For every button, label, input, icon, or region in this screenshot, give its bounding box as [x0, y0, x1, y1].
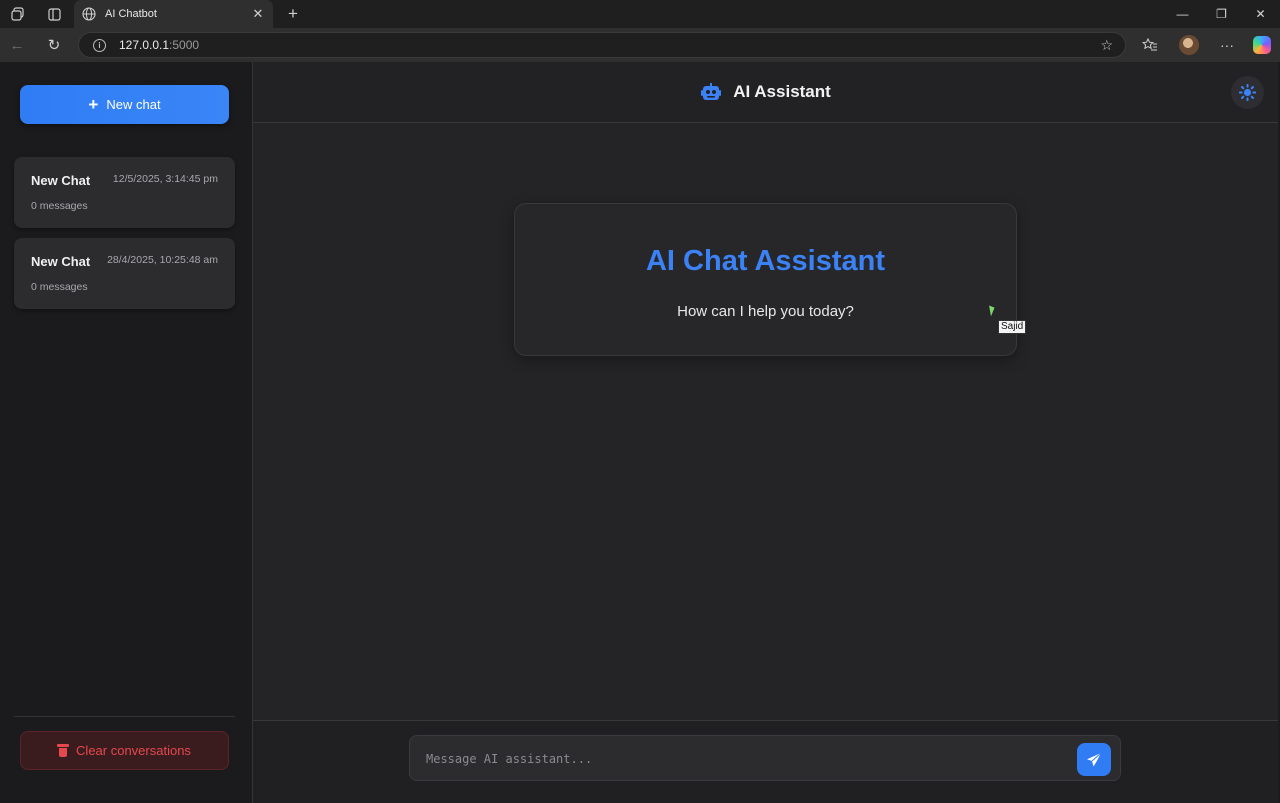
- browser-tab-bar: AI Chatbot ✕ + — ❐ ✕: [0, 0, 1280, 28]
- tab-title: AI Chatbot: [105, 8, 157, 20]
- welcome-title: AI Chat Assistant: [645, 245, 886, 277]
- favorite-star-icon[interactable]: ☆: [1100, 37, 1113, 54]
- page-title: AI Assistant: [733, 82, 831, 101]
- composer-area: [253, 720, 1278, 803]
- theme-toggle-button[interactable]: [1231, 76, 1264, 109]
- minimize-icon[interactable]: —: [1163, 0, 1202, 28]
- workspaces-icon[interactable]: [0, 0, 36, 28]
- address-bar[interactable]: i 127.0.0.1:5000 ☆: [78, 32, 1126, 58]
- restore-icon[interactable]: ❐: [1202, 0, 1241, 28]
- copilot-icon[interactable]: [1250, 33, 1274, 57]
- conversation-date: 12/5/2025, 3:14:45 pm: [112, 173, 218, 185]
- conversation-item[interactable]: New Chat 28/4/2025, 10:25:48 am 0 messag…: [14, 238, 235, 309]
- tab-actions-icon[interactable]: [36, 0, 72, 28]
- conversation-title: New Chat: [31, 173, 91, 188]
- chat-header: AI Assistant: [253, 62, 1278, 123]
- window-controls: — ❐ ✕: [1163, 0, 1280, 28]
- message-input[interactable]: [426, 749, 1066, 769]
- conversation-item[interactable]: New Chat 12/5/2025, 3:14:45 pm 0 message…: [14, 157, 235, 228]
- sidebar-divider: [14, 716, 235, 717]
- globe-icon: [82, 7, 96, 21]
- robot-icon: [701, 83, 722, 100]
- url-port: :5000: [169, 38, 200, 52]
- close-window-icon[interactable]: ✕: [1241, 0, 1280, 28]
- welcome-subtitle: How can I help you today?: [677, 303, 854, 320]
- new-tab-button[interactable]: +: [283, 4, 303, 24]
- conversation-date: 28/4/2025, 10:25:48 am: [107, 254, 218, 266]
- new-chat-button[interactable]: + New chat: [20, 85, 229, 124]
- plus-icon: +: [88, 95, 99, 114]
- reload-icon[interactable]: ↻: [42, 33, 66, 57]
- back-icon[interactable]: ←: [5, 33, 29, 57]
- sun-icon: [1239, 84, 1256, 101]
- new-chat-label: New chat: [106, 97, 161, 112]
- app-root: + New chat New Chat 12/5/2025, 3:14:45 p…: [0, 62, 1280, 803]
- sidebar: + New chat New Chat 12/5/2025, 3:14:45 p…: [0, 62, 253, 803]
- favorites-icon[interactable]: [1138, 33, 1162, 57]
- trash-icon: [57, 744, 70, 757]
- chat-main: AI Assistant AI Chat Assistant How can I…: [253, 62, 1278, 803]
- conversation-title: New Chat: [31, 254, 91, 269]
- clear-conversations-button[interactable]: Clear conversations: [20, 731, 229, 770]
- site-info-icon[interactable]: i: [93, 38, 106, 52]
- url-host: 127.0.0.1: [119, 38, 170, 52]
- browser-tab[interactable]: AI Chatbot ✕: [74, 0, 273, 28]
- browser-toolbar: ← ↻ i 127.0.0.1:5000 ☆ ···: [0, 28, 1280, 62]
- close-tab-icon[interactable]: ✕: [251, 6, 265, 22]
- conversation-message-count: 0 messages: [31, 200, 88, 212]
- profile-avatar[interactable]: [1177, 33, 1201, 57]
- conversation-message-count: 0 messages: [31, 281, 88, 293]
- more-options-icon[interactable]: ···: [1215, 33, 1239, 57]
- message-composer: [409, 735, 1121, 781]
- clear-conversations-label: Clear conversations: [76, 743, 191, 758]
- send-button[interactable]: [1077, 743, 1111, 776]
- send-icon: [1087, 752, 1102, 766]
- welcome-card: AI Chat Assistant How can I help you tod…: [514, 203, 1017, 356]
- cursor-tooltip: Sajid: [998, 320, 1027, 334]
